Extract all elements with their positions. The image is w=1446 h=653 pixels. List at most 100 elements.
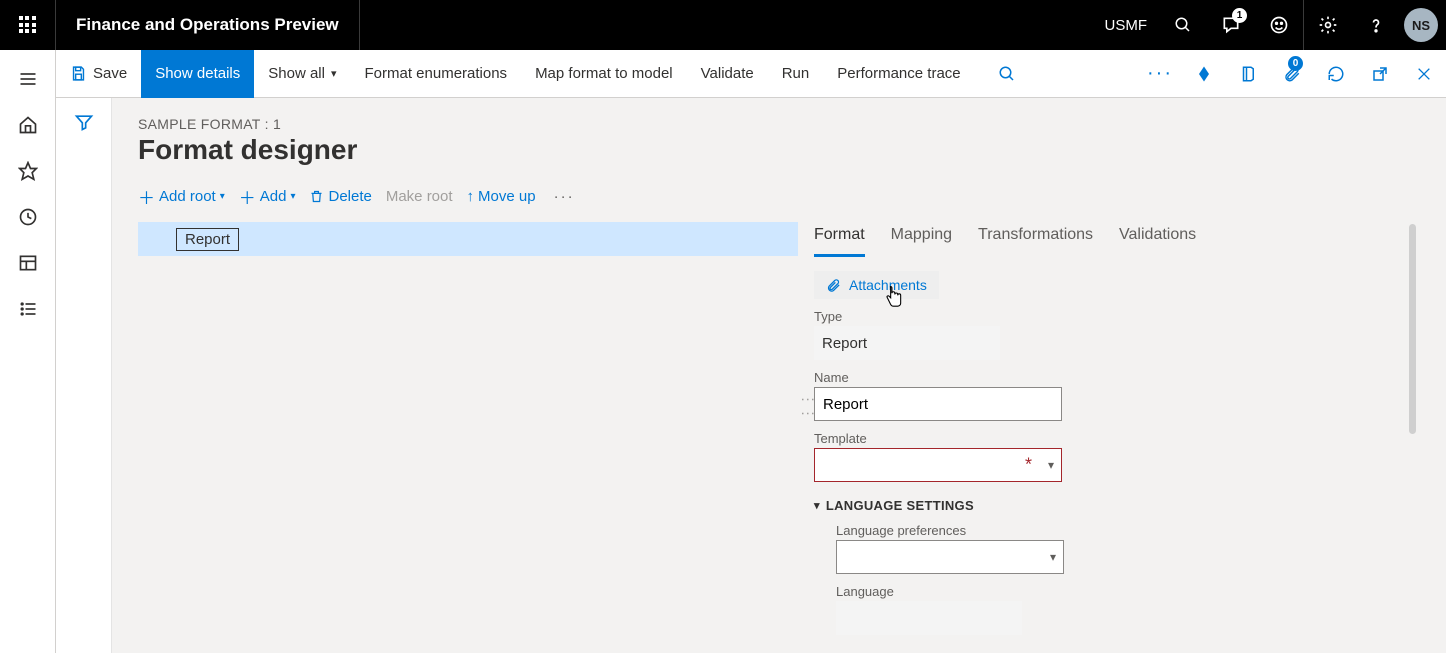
search-icon (1174, 16, 1192, 34)
name-input[interactable] (814, 387, 1062, 421)
save-button[interactable]: Save (56, 50, 141, 98)
help-button[interactable] (1352, 0, 1400, 50)
language-field: Language (836, 584, 1086, 635)
nav-expand-button[interactable] (0, 56, 56, 102)
smiley-icon (1269, 15, 1289, 35)
left-nav-rail (0, 50, 56, 653)
chevron-down-icon: ▾ (331, 67, 337, 80)
power-apps-button[interactable] (1182, 50, 1226, 98)
scrollbar-thumb[interactable] (1409, 224, 1416, 434)
popup-button[interactable] (1358, 50, 1402, 98)
toolbar-overflow-button[interactable]: ··· (550, 188, 579, 205)
more-icon: ··· (1147, 62, 1173, 85)
name-field: Name (814, 370, 1064, 421)
language-label: Language (836, 584, 1086, 599)
environment-label[interactable]: USMF (1093, 17, 1160, 34)
show-details-button[interactable]: Show details (141, 50, 254, 98)
notifications-button[interactable]: 1 (1207, 0, 1255, 50)
attachments-link[interactable]: Attachments (814, 271, 939, 299)
home-icon (18, 115, 38, 135)
arrow-up-icon: ↑ (467, 188, 475, 205)
type-label: Type (814, 309, 1064, 324)
language-value (836, 601, 1022, 635)
search-button[interactable] (1159, 0, 1207, 50)
list-icon (18, 299, 38, 319)
show-all-label: Show all (268, 65, 325, 82)
template-field: Template * ▾ (814, 431, 1064, 482)
save-label: Save (93, 65, 127, 82)
popout-icon (1371, 65, 1389, 83)
workspace-icon (18, 253, 38, 273)
command-bar: Save Show details Show all ▾ Format enum… (56, 50, 1446, 98)
delete-button[interactable]: Delete (309, 188, 371, 205)
feedback-button[interactable] (1255, 0, 1303, 50)
nav-favorites-button[interactable] (0, 148, 56, 194)
close-button[interactable] (1402, 50, 1446, 98)
tree-row-selected[interactable]: Report (138, 222, 798, 256)
refresh-button[interactable] (1314, 50, 1358, 98)
type-field: Type Report (814, 309, 1064, 360)
main-content: SAMPLE FORMAT : 1 Format designer ＋ Add … (112, 98, 1446, 653)
settings-button[interactable] (1304, 0, 1352, 50)
tab-mapping[interactable]: Mapping (891, 222, 952, 257)
nav-workspaces-button[interactable] (0, 240, 56, 286)
refresh-icon (1327, 65, 1345, 83)
plus-icon: ＋ (239, 184, 256, 209)
language-preferences-select[interactable] (836, 540, 1064, 574)
tab-transformations[interactable]: Transformations (978, 222, 1093, 257)
required-icon: * (1025, 455, 1032, 476)
book-icon (1239, 65, 1257, 83)
nav-modules-button[interactable] (0, 286, 56, 332)
map-format-button[interactable]: Map format to model (521, 50, 687, 98)
show-details-label: Show details (155, 65, 240, 82)
tree-node-label: Report (176, 228, 239, 251)
close-icon (1416, 66, 1432, 82)
office-button[interactable] (1226, 50, 1270, 98)
paperclip-icon (826, 278, 841, 293)
find-button[interactable] (985, 50, 1029, 98)
format-enumerations-button[interactable]: Format enumerations (351, 50, 522, 98)
caret-down-icon: ▾ (814, 499, 820, 512)
run-button[interactable]: Run (768, 50, 824, 98)
attachments-badge: 0 (1288, 56, 1303, 71)
help-icon (1366, 15, 1386, 35)
app-title: Finance and Operations Preview (56, 0, 360, 50)
trash-icon (309, 189, 324, 204)
name-label: Name (814, 370, 1064, 385)
diamond-icon (1194, 64, 1214, 84)
tab-validations[interactable]: Validations (1119, 222, 1196, 257)
filter-pane-rail (56, 98, 112, 653)
language-preferences-label: Language preferences (836, 523, 1086, 538)
template-label: Template (814, 431, 1064, 446)
tab-format[interactable]: Format (814, 222, 865, 257)
language-preferences-field: Language preferences ▾ (836, 523, 1086, 574)
breadcrumb: SAMPLE FORMAT : 1 (138, 116, 1420, 132)
waffle-icon (19, 16, 37, 34)
page-title: Format designer (138, 134, 1420, 166)
overflow-button[interactable]: ··· (1138, 50, 1182, 98)
details-tabs: Format Mapping Transformations Validatio… (814, 222, 1390, 257)
type-value: Report (814, 326, 1000, 360)
add-button[interactable]: ＋ Add ▾ (239, 184, 296, 209)
details-pane: ⋮⋮ Format Mapping Transformations Valida… (814, 222, 1420, 653)
nav-recent-button[interactable] (0, 194, 56, 240)
show-all-button[interactable]: Show all ▾ (254, 50, 350, 98)
nav-home-button[interactable] (0, 102, 56, 148)
chevron-down-icon: ▾ (290, 191, 295, 202)
move-up-button[interactable]: ↑ Move up (467, 188, 536, 205)
performance-trace-button[interactable]: Performance trace (823, 50, 974, 98)
splitter-grip-icon[interactable]: ⋮⋮ (800, 393, 817, 421)
language-settings-header[interactable]: ▾ LANGUAGE SETTINGS (814, 498, 1390, 513)
global-header: Finance and Operations Preview USMF 1 NS (0, 0, 1446, 50)
add-root-button[interactable]: ＋ Add root ▾ (138, 184, 225, 209)
attachments-button[interactable]: 0 (1270, 50, 1314, 98)
designer-toolbar: ＋ Add root ▾ ＋ Add ▾ Delete Make root ↑ … (138, 176, 1420, 216)
validate-button[interactable]: Validate (687, 50, 768, 98)
user-avatar[interactable]: NS (1404, 8, 1438, 42)
filter-icon (74, 112, 94, 132)
make-root-button: Make root (386, 188, 453, 205)
app-launcher-button[interactable] (0, 0, 56, 50)
notification-badge: 1 (1232, 8, 1247, 23)
filter-button[interactable] (74, 112, 94, 653)
plus-icon: ＋ (138, 184, 155, 209)
